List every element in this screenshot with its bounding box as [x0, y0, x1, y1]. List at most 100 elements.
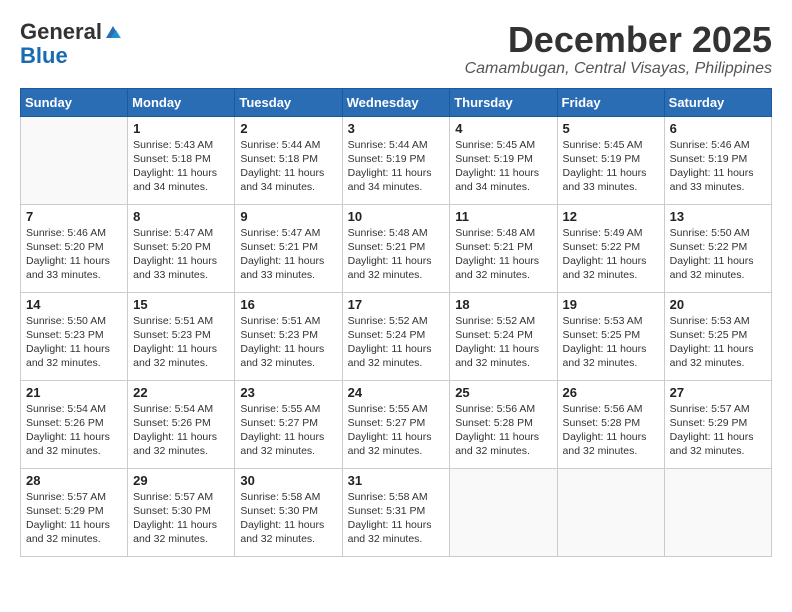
day-info: Sunrise: 5:49 AM Sunset: 5:22 PM Dayligh…	[563, 226, 659, 283]
day-info: Sunrise: 5:57 AM Sunset: 5:29 PM Dayligh…	[670, 402, 766, 459]
weekday-header-tuesday: Tuesday	[235, 88, 342, 116]
logo-blue-text: Blue	[20, 44, 68, 68]
day-info: Sunrise: 5:53 AM Sunset: 5:25 PM Dayligh…	[670, 314, 766, 371]
calendar-cell: 6 Sunrise: 5:46 AM Sunset: 5:19 PM Daylig…	[664, 116, 771, 204]
calendar-cell: 26 Sunrise: 5:56 AM Sunset: 5:28 PM Dayli…	[557, 380, 664, 468]
location-subtitle: Camambugan, Central Visayas, Philippines	[465, 60, 772, 78]
calendar-cell: 19 Sunrise: 5:53 AM Sunset: 5:25 PM Dayli…	[557, 292, 664, 380]
day-number: 9	[240, 209, 336, 224]
calendar-cell	[664, 468, 771, 556]
day-info: Sunrise: 5:48 AM Sunset: 5:21 PM Dayligh…	[348, 226, 445, 283]
calendar-cell	[450, 468, 557, 556]
calendar-cell: 15 Sunrise: 5:51 AM Sunset: 5:23 PM Dayli…	[128, 292, 235, 380]
day-number: 4	[455, 121, 551, 136]
calendar-cell: 16Sunrise: 5:51 AM Sunset: 5:23 PM Dayli…	[235, 292, 342, 380]
weekday-header-saturday: Saturday	[664, 88, 771, 116]
day-number: 6	[670, 121, 766, 136]
day-info: Sunrise: 5:56 AM Sunset: 5:28 PM Dayligh…	[563, 402, 659, 459]
day-number: 15	[133, 297, 229, 312]
logo-general-text: General	[20, 20, 102, 44]
day-number: 21	[26, 385, 122, 400]
calendar-cell	[21, 116, 128, 204]
week-row-1: 1 Sunrise: 5:43 AM Sunset: 5:18 PM Daylig…	[21, 116, 772, 204]
calendar-cell: 31Sunrise: 5:58 AM Sunset: 5:31 PM Dayli…	[342, 468, 450, 556]
day-number: 24	[348, 385, 445, 400]
weekday-header-monday: Monday	[128, 88, 235, 116]
calendar-cell: 27 Sunrise: 5:57 AM Sunset: 5:29 PM Dayli…	[664, 380, 771, 468]
calendar-cell: 20 Sunrise: 5:53 AM Sunset: 5:25 PM Dayli…	[664, 292, 771, 380]
week-row-4: 21 Sunrise: 5:54 AM Sunset: 5:26 PM Dayli…	[21, 380, 772, 468]
day-info: Sunrise: 5:44 AM Sunset: 5:19 PM Dayligh…	[348, 138, 445, 195]
day-info: Sunrise: 5:45 AM Sunset: 5:19 PM Dayligh…	[455, 138, 551, 195]
day-number: 17	[348, 297, 445, 312]
day-number: 5	[563, 121, 659, 136]
calendar-cell: 13 Sunrise: 5:50 AM Sunset: 5:22 PM Dayli…	[664, 204, 771, 292]
calendar-cell: 14 Sunrise: 5:50 AM Sunset: 5:23 PM Dayli…	[21, 292, 128, 380]
calendar-cell: 17 Sunrise: 5:52 AM Sunset: 5:24 PM Dayli…	[342, 292, 450, 380]
day-number: 27	[670, 385, 766, 400]
day-number: 18	[455, 297, 551, 312]
day-number: 23	[240, 385, 336, 400]
day-info: Sunrise: 5:52 AM Sunset: 5:24 PM Dayligh…	[455, 314, 551, 371]
calendar-cell: 4 Sunrise: 5:45 AM Sunset: 5:19 PM Daylig…	[450, 116, 557, 204]
day-number: 13	[670, 209, 766, 224]
day-number: 29	[133, 473, 229, 488]
day-number: 11	[455, 209, 551, 224]
calendar-cell: 21 Sunrise: 5:54 AM Sunset: 5:26 PM Dayli…	[21, 380, 128, 468]
day-number: 7	[26, 209, 122, 224]
day-info: Sunrise: 5:43 AM Sunset: 5:18 PM Dayligh…	[133, 138, 229, 195]
day-number: 19	[563, 297, 659, 312]
week-row-5: 28 Sunrise: 5:57 AM Sunset: 5:29 PM Dayli…	[21, 468, 772, 556]
day-info: Sunrise: 5:48 AM Sunset: 5:21 PM Dayligh…	[455, 226, 551, 283]
logo: General Blue	[20, 20, 122, 68]
calendar-cell: 10 Sunrise: 5:48 AM Sunset: 5:21 PM Dayli…	[342, 204, 450, 292]
day-info: Sunrise: 5:54 AM Sunset: 5:26 PM Dayligh…	[26, 402, 122, 459]
day-info: Sunrise: 5:53 AM Sunset: 5:25 PM Dayligh…	[563, 314, 659, 371]
logo-icon	[104, 24, 122, 40]
calendar-cell: 18 Sunrise: 5:52 AM Sunset: 5:24 PM Dayli…	[450, 292, 557, 380]
day-number: 20	[670, 297, 766, 312]
calendar-cell: 3 Sunrise: 5:44 AM Sunset: 5:19 PM Daylig…	[342, 116, 450, 204]
day-info: Sunrise: 5:50 AM Sunset: 5:22 PM Dayligh…	[670, 226, 766, 283]
day-number: 8	[133, 209, 229, 224]
calendar-cell: 22 Sunrise: 5:54 AM Sunset: 5:26 PM Dayli…	[128, 380, 235, 468]
day-number: 28	[26, 473, 122, 488]
weekday-header-wednesday: Wednesday	[342, 88, 450, 116]
day-info: Sunrise: 5:44 AM Sunset: 5:18 PM Dayligh…	[240, 138, 336, 195]
calendar-cell: 9 Sunrise: 5:47 AM Sunset: 5:21 PM Daylig…	[235, 204, 342, 292]
day-number: 26	[563, 385, 659, 400]
day-info: Sunrise: 5:50 AM Sunset: 5:23 PM Dayligh…	[26, 314, 122, 371]
day-info: Sunrise: 5:47 AM Sunset: 5:21 PM Dayligh…	[240, 226, 336, 283]
day-info: Sunrise: 5:51 AM Sunset: 5:23 PM Dayligh…	[133, 314, 229, 371]
day-number: 1	[133, 121, 229, 136]
day-info: Sunrise: 5:46 AM Sunset: 5:19 PM Dayligh…	[670, 138, 766, 195]
day-number: 12	[563, 209, 659, 224]
weekday-header-thursday: Thursday	[450, 88, 557, 116]
day-info: Sunrise: 5:52 AM Sunset: 5:24 PM Dayligh…	[348, 314, 445, 371]
day-number: 14	[26, 297, 122, 312]
calendar-cell: 24 Sunrise: 5:55 AM Sunset: 5:27 PM Dayli…	[342, 380, 450, 468]
day-info: Sunrise: 5:57 AM Sunset: 5:29 PM Dayligh…	[26, 490, 122, 547]
calendar-table: SundayMondayTuesdayWednesdayThursdayFrid…	[20, 88, 772, 557]
calendar-cell: 28 Sunrise: 5:57 AM Sunset: 5:29 PM Dayli…	[21, 468, 128, 556]
day-number: 31	[348, 473, 445, 488]
day-info: Sunrise: 5:55 AM Sunset: 5:27 PM Dayligh…	[348, 402, 445, 459]
calendar-cell: 8 Sunrise: 5:47 AM Sunset: 5:20 PM Daylig…	[128, 204, 235, 292]
weekday-header-sunday: Sunday	[21, 88, 128, 116]
day-info: Sunrise: 5:54 AM Sunset: 5:26 PM Dayligh…	[133, 402, 229, 459]
day-info: Sunrise: 5:51 AM Sunset: 5:23 PM Dayligh…	[240, 314, 336, 371]
day-info: Sunrise: 5:46 AM Sunset: 5:20 PM Dayligh…	[26, 226, 122, 283]
page-header: General Blue December 2025 Camambugan, C…	[20, 20, 772, 78]
day-info: Sunrise: 5:45 AM Sunset: 5:19 PM Dayligh…	[563, 138, 659, 195]
calendar-header-row: SundayMondayTuesdayWednesdayThursdayFrid…	[21, 88, 772, 116]
calendar-cell: 1 Sunrise: 5:43 AM Sunset: 5:18 PM Daylig…	[128, 116, 235, 204]
month-year-title: December 2025	[465, 20, 772, 60]
calendar-cell: 11 Sunrise: 5:48 AM Sunset: 5:21 PM Dayli…	[450, 204, 557, 292]
week-row-3: 14 Sunrise: 5:50 AM Sunset: 5:23 PM Dayli…	[21, 292, 772, 380]
calendar-cell: 7 Sunrise: 5:46 AM Sunset: 5:20 PM Daylig…	[21, 204, 128, 292]
day-number: 3	[348, 121, 445, 136]
day-number: 10	[348, 209, 445, 224]
day-number: 25	[455, 385, 551, 400]
day-number: 22	[133, 385, 229, 400]
day-info: Sunrise: 5:47 AM Sunset: 5:20 PM Dayligh…	[133, 226, 229, 283]
